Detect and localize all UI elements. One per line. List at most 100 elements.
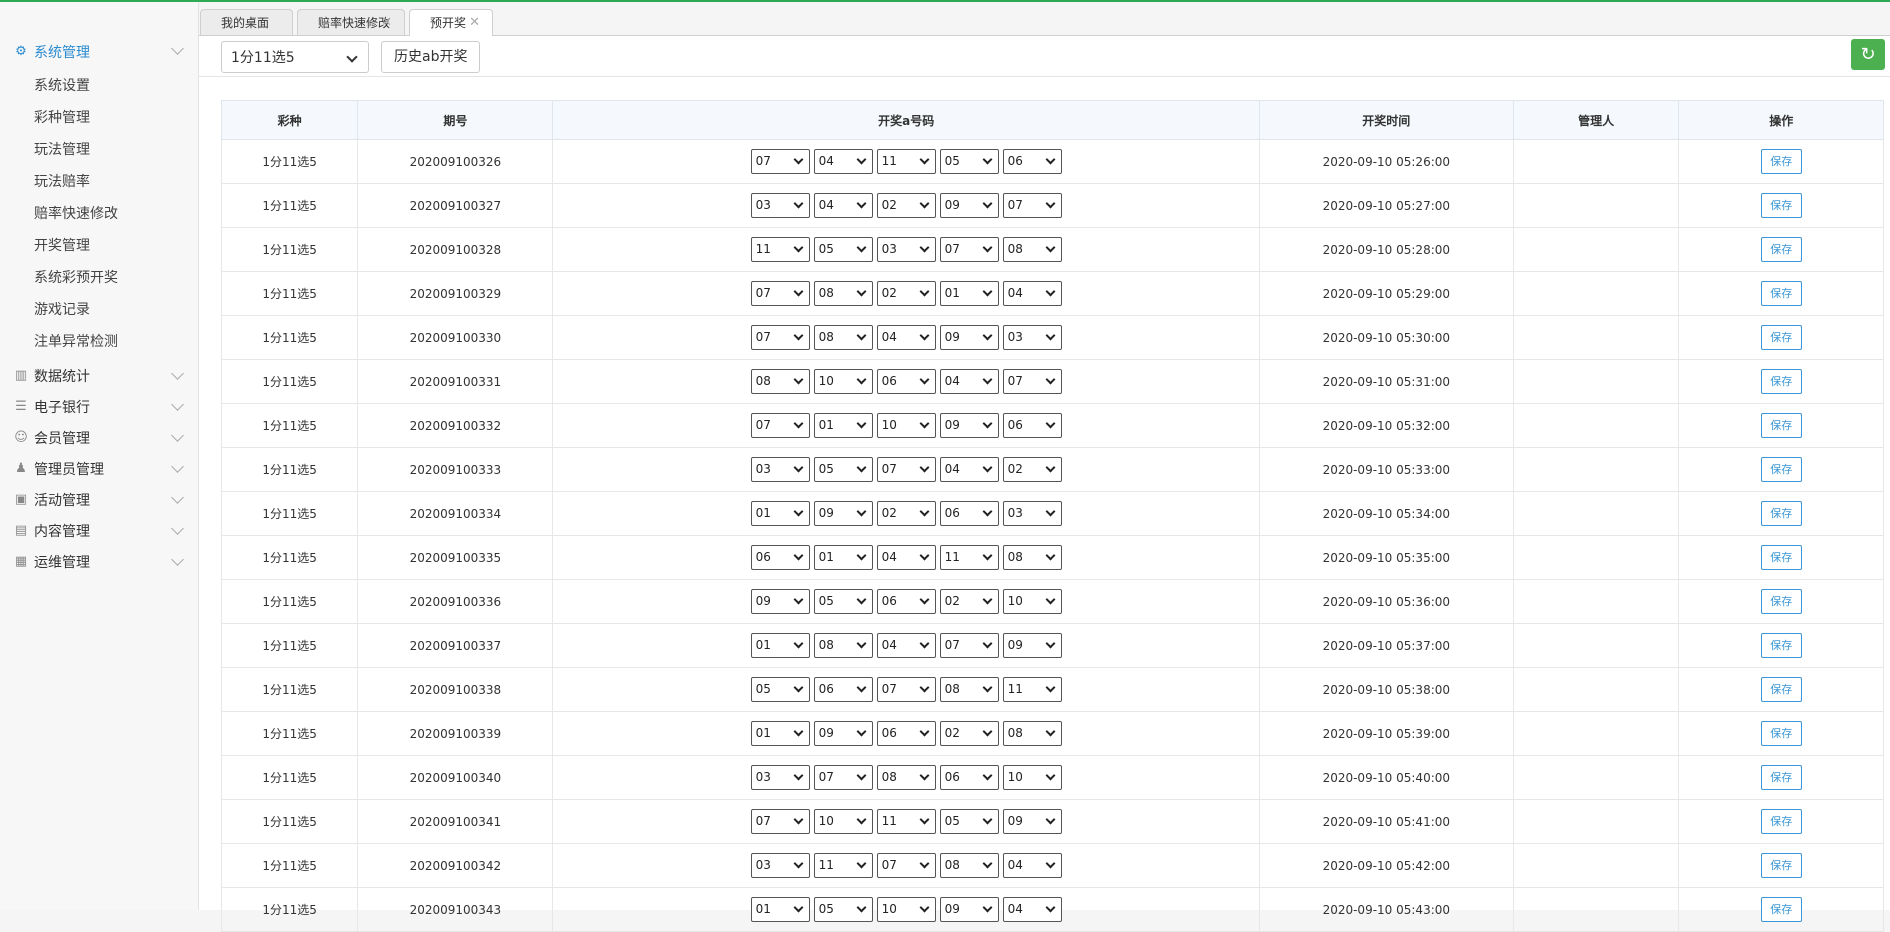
number-select[interactable]: 02 (939, 589, 999, 614)
tab-odds-quick-edit[interactable]: 赔率快速修改 ✕ (297, 9, 405, 35)
number-select[interactable]: 06 (1002, 413, 1062, 438)
number-select[interactable]: 07 (939, 633, 999, 658)
tab-desktop[interactable]: 我的桌面 (200, 9, 293, 35)
number-select[interactable]: 07 (813, 765, 873, 790)
number-select[interactable]: 07 (750, 281, 810, 306)
number-select[interactable]: 09 (939, 325, 999, 350)
number-select[interactable]: 07 (876, 677, 936, 702)
number-select[interactable]: 02 (1002, 457, 1062, 482)
number-select[interactable]: 10 (1002, 765, 1062, 790)
number-select[interactable]: 03 (1002, 325, 1062, 350)
save-button[interactable]: 保存 (1760, 677, 1802, 702)
sidebar-group[interactable]: ▣ 活动管理 (0, 484, 198, 515)
number-select[interactable]: 06 (876, 721, 936, 746)
sidebar-sub-item[interactable]: 彩种管理 (0, 102, 198, 134)
number-select[interactable]: 07 (1002, 369, 1062, 394)
save-button[interactable]: 保存 (1760, 809, 1802, 834)
number-select[interactable]: 07 (750, 809, 810, 834)
number-select[interactable]: 02 (876, 281, 936, 306)
number-select[interactable]: 03 (1002, 501, 1062, 526)
number-select[interactable]: 11 (876, 149, 936, 174)
sidebar-group[interactable]: ▦ 运维管理 (0, 546, 198, 577)
number-select[interactable]: 06 (876, 369, 936, 394)
number-select[interactable]: 01 (750, 721, 810, 746)
lottery-select[interactable]: 1分11选5 (221, 41, 369, 73)
close-icon[interactable]: ✕ (469, 10, 480, 36)
number-select[interactable]: 09 (750, 589, 810, 614)
number-select[interactable]: 04 (939, 369, 999, 394)
number-select[interactable]: 08 (876, 765, 936, 790)
number-select[interactable]: 09 (813, 721, 873, 746)
number-select[interactable]: 11 (876, 809, 936, 834)
number-select[interactable]: 04 (813, 149, 873, 174)
number-select[interactable]: 11 (813, 853, 873, 878)
number-select[interactable]: 07 (750, 325, 810, 350)
number-select[interactable]: 05 (813, 457, 873, 482)
number-select[interactable]: 08 (813, 633, 873, 658)
number-select[interactable]: 11 (939, 545, 999, 570)
close-icon[interactable]: ✕ (381, 10, 392, 36)
sidebar-group[interactable]: ▥ 数据统计 (0, 360, 198, 391)
number-select[interactable]: 06 (750, 545, 810, 570)
save-button[interactable]: 保存 (1760, 149, 1802, 174)
sidebar-group[interactable]: ☺ 会员管理 (0, 422, 198, 453)
save-button[interactable]: 保存 (1760, 281, 1802, 306)
number-select[interactable]: 01 (813, 413, 873, 438)
number-select[interactable]: 09 (1002, 633, 1062, 658)
number-select[interactable]: 03 (876, 237, 936, 262)
number-select[interactable]: 06 (876, 589, 936, 614)
save-button[interactable]: 保存 (1760, 633, 1802, 658)
number-select[interactable]: 08 (1002, 721, 1062, 746)
number-select[interactable]: 07 (876, 853, 936, 878)
number-select[interactable]: 05 (813, 237, 873, 262)
save-button[interactable]: 保存 (1760, 325, 1802, 350)
number-select[interactable]: 05 (939, 149, 999, 174)
sidebar-group-system[interactable]: ⚙ 系统管理 (0, 33, 198, 70)
history-ab-draw-button[interactable]: 历史ab开奖 (381, 41, 481, 73)
number-select[interactable]: 04 (1002, 281, 1062, 306)
number-select[interactable]: 08 (813, 325, 873, 350)
refresh-button[interactable]: ↻ (1851, 39, 1885, 70)
sidebar-sub-item[interactable]: 系统设置 (0, 70, 198, 102)
save-button[interactable]: 保存 (1760, 413, 1802, 438)
number-select[interactable]: 08 (939, 853, 999, 878)
number-select[interactable]: 10 (813, 809, 873, 834)
number-select[interactable]: 04 (876, 633, 936, 658)
number-select[interactable]: 08 (939, 677, 999, 702)
number-select[interactable]: 08 (1002, 237, 1062, 262)
save-button[interactable]: 保存 (1760, 545, 1802, 570)
number-select[interactable]: 04 (939, 457, 999, 482)
number-select[interactable]: 06 (1002, 149, 1062, 174)
number-select[interactable]: 06 (939, 765, 999, 790)
tab-pre-draw[interactable]: 预开奖 ✕ (409, 9, 493, 36)
number-select[interactable]: 07 (1002, 193, 1062, 218)
number-select[interactable]: 08 (813, 281, 873, 306)
sidebar-sub-item[interactable]: 赔率快速修改 (0, 198, 198, 230)
number-select[interactable]: 03 (750, 457, 810, 482)
number-select[interactable]: 07 (939, 237, 999, 262)
number-select[interactable]: 03 (750, 765, 810, 790)
number-select[interactable]: 04 (876, 325, 936, 350)
sidebar-sub-item[interactable]: 玩法赔率 (0, 166, 198, 198)
number-select[interactable]: 04 (876, 545, 936, 570)
save-button[interactable]: 保存 (1760, 369, 1802, 394)
sidebar-sub-item[interactable]: 注单异常检测 (0, 326, 198, 358)
number-select[interactable]: 04 (813, 193, 873, 218)
number-select[interactable]: 07 (750, 149, 810, 174)
number-select[interactable]: 11 (1002, 677, 1062, 702)
save-button[interactable]: 保存 (1760, 501, 1802, 526)
number-select[interactable]: 02 (876, 193, 936, 218)
save-button[interactable]: 保存 (1760, 589, 1802, 614)
number-select[interactable]: 09 (813, 501, 873, 526)
save-button[interactable]: 保存 (1760, 237, 1802, 262)
number-select[interactable]: 04 (1002, 853, 1062, 878)
save-button[interactable]: 保存 (1760, 765, 1802, 790)
save-button[interactable]: 保存 (1760, 853, 1802, 878)
save-button[interactable]: 保存 (1760, 193, 1802, 218)
number-select[interactable]: 03 (750, 193, 810, 218)
number-select[interactable]: 03 (750, 853, 810, 878)
number-select[interactable]: 01 (750, 501, 810, 526)
number-select[interactable]: 08 (750, 369, 810, 394)
number-select[interactable]: 09 (939, 193, 999, 218)
number-select[interactable]: 05 (813, 589, 873, 614)
